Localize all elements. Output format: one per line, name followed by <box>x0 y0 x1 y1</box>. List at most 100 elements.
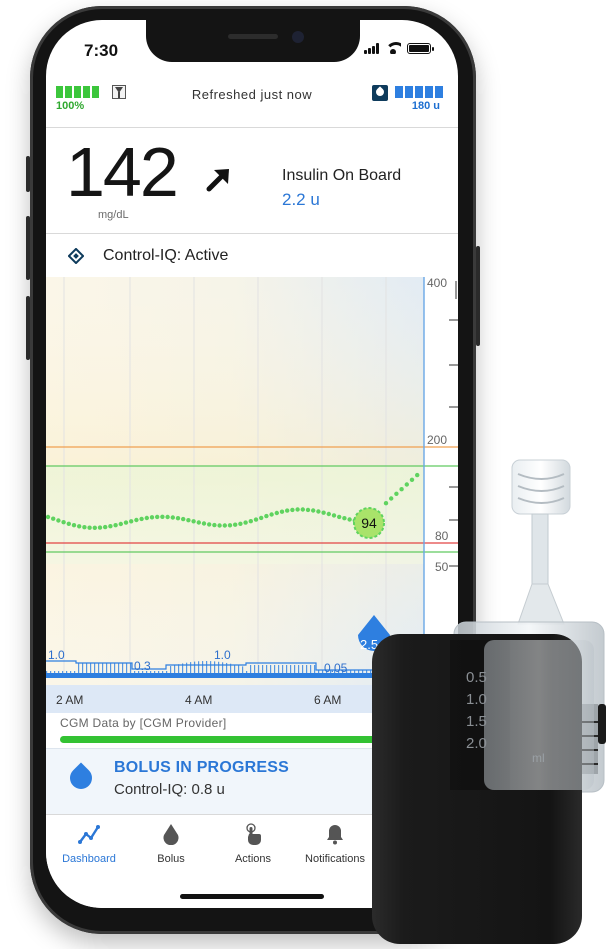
basal-bar <box>286 665 288 673</box>
basal-bar <box>282 665 284 673</box>
cgm-provider-text: CGM Data by [CGM Provider] <box>60 716 227 730</box>
control-iq-label: Control-IQ: Active <box>103 247 229 264</box>
basal-bar <box>86 663 88 673</box>
cgm-point <box>238 521 243 526</box>
x-tick-label: 4 AM <box>185 693 213 707</box>
basal-bar <box>274 665 276 673</box>
basal-bar <box>222 662 224 673</box>
cgm-point <box>160 514 165 519</box>
pump-status-row: 100% Refreshed just now 180 u <box>46 82 458 128</box>
power-button <box>476 246 480 346</box>
basal-bar <box>302 665 304 673</box>
basal-bar <box>174 665 176 673</box>
scale-unit: ml <box>532 751 545 765</box>
basal-bar <box>78 663 80 673</box>
nav-dashboard-label: Dashboard <box>62 853 116 865</box>
cgm-point <box>77 524 82 529</box>
cgm-point <box>51 516 56 521</box>
bell-icon <box>327 825 343 845</box>
insulin-drop-icon <box>372 85 388 101</box>
cgm-point <box>253 517 259 522</box>
cgm-point <box>186 518 191 523</box>
cgm-point <box>243 520 248 525</box>
cgm-point <box>82 525 87 530</box>
cgm-point <box>222 523 227 528</box>
nav-bolus-label: Bolus <box>157 853 185 865</box>
cgm-point <box>285 508 290 513</box>
cgm-point <box>129 519 134 524</box>
nav-bolus[interactable]: Bolus <box>130 823 212 865</box>
basal-bar <box>50 671 52 673</box>
basal-bar <box>110 663 112 673</box>
control-iq-status[interactable]: Control-IQ: Active <box>46 233 458 277</box>
cgm-point <box>56 518 61 523</box>
cgm-point <box>248 519 253 524</box>
cgm-point <box>71 523 77 528</box>
basal-bar <box>166 671 168 673</box>
nav-notifications[interactable]: Notifications <box>294 823 376 865</box>
drop-icon <box>163 824 179 845</box>
cgm-point <box>264 513 269 519</box>
home-indicator[interactable] <box>180 894 324 899</box>
insulin-label: 0.3 <box>134 659 151 673</box>
cgm-point <box>87 525 92 530</box>
basal-bar <box>278 665 280 673</box>
y-tick-200: 200 <box>427 433 447 447</box>
insulin-label: 1.0 <box>48 648 65 662</box>
basal-bar <box>154 671 156 673</box>
nav-actions[interactable]: Actions <box>212 823 294 865</box>
tubing <box>531 513 549 585</box>
basal-bar <box>246 671 248 673</box>
cgm-point <box>337 514 342 520</box>
cgm-point <box>274 510 279 516</box>
cgm-point <box>212 522 217 528</box>
basal-bar <box>214 661 216 673</box>
cgm-point <box>165 514 170 520</box>
insulin-level-icon <box>395 86 443 98</box>
cgm-point <box>181 516 186 522</box>
cgm-point <box>342 516 347 521</box>
basal-bar <box>314 665 316 673</box>
cgm-point <box>118 521 124 527</box>
cgm-point <box>207 522 212 527</box>
drop-icon <box>65 762 97 794</box>
basal-bar <box>122 663 124 673</box>
cgm-point <box>269 512 274 517</box>
cgm-point <box>316 509 321 514</box>
glucose-value: 142 <box>66 133 179 211</box>
basal-bar <box>66 671 68 673</box>
cgm-point <box>175 516 181 521</box>
basal-bar <box>94 663 96 673</box>
nav-dashboard[interactable]: Dashboard <box>48 823 130 865</box>
cgm-point <box>123 520 129 525</box>
cgm-point <box>97 525 103 530</box>
volume-up-button <box>26 216 30 280</box>
cgm-point <box>233 522 238 527</box>
basal-bar <box>170 666 172 673</box>
basal-bar <box>62 671 64 673</box>
tap-hand-icon <box>246 823 261 845</box>
insulin-label: 1.0 <box>214 648 231 662</box>
basal-bar <box>102 663 104 673</box>
cgm-point <box>61 520 66 525</box>
cgm-point <box>201 521 207 526</box>
basal-bar <box>218 661 220 673</box>
basal-bar <box>250 665 252 673</box>
cgm-point <box>311 508 316 513</box>
cgm-point <box>113 523 118 528</box>
basal-bar <box>270 665 272 673</box>
cgm-point <box>134 517 139 523</box>
cgm-point <box>290 507 295 513</box>
volume-down-button <box>26 296 30 360</box>
basal-bar <box>262 665 264 673</box>
cgm-point <box>305 507 311 513</box>
cgm-point <box>326 511 331 517</box>
basal-bar <box>54 671 56 673</box>
basal-bar <box>190 662 192 673</box>
iob-title: Insulin On Board <box>282 167 402 184</box>
cgm-point <box>196 520 201 525</box>
basal-bar <box>202 661 204 673</box>
mute-switch <box>26 156 30 192</box>
cellular-signal-icon <box>364 42 379 54</box>
basal-bar <box>98 663 100 673</box>
